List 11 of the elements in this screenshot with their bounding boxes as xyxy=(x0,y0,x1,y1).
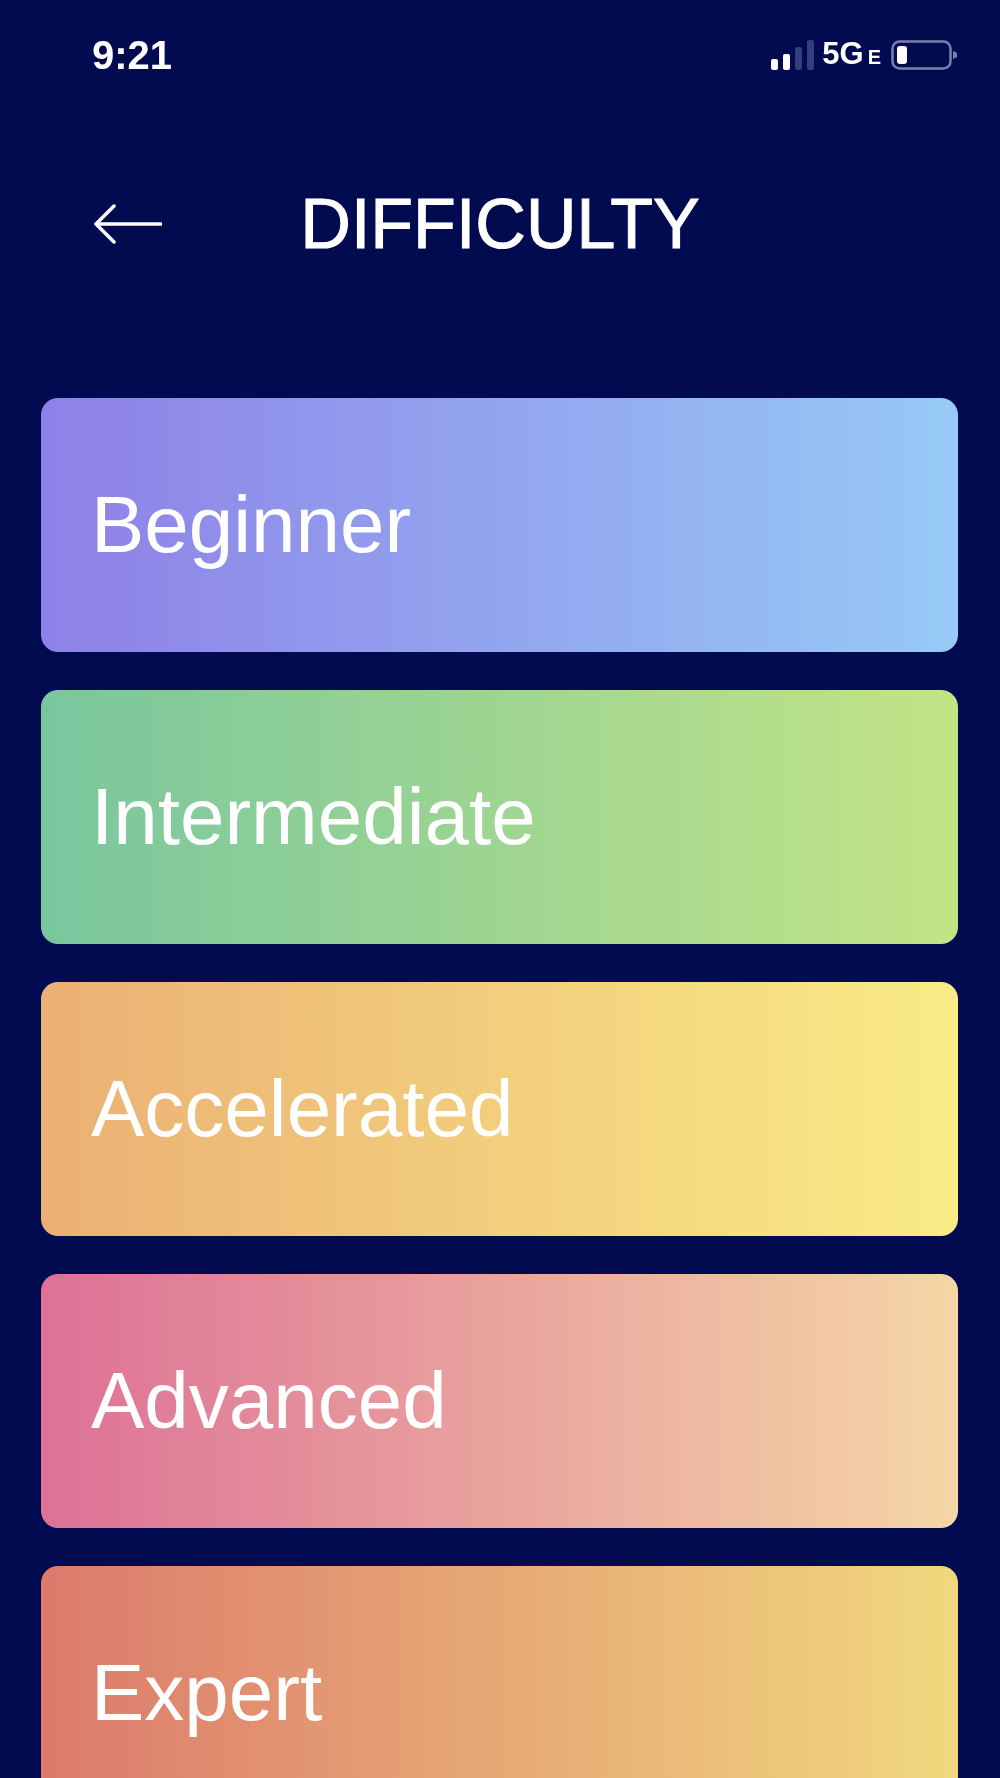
network-type-label: 5G E xyxy=(822,38,881,72)
screen-title: DIFFICULTY xyxy=(300,189,700,259)
signal-icon xyxy=(771,40,815,70)
difficulty-option[interactable]: Advanced xyxy=(41,1274,958,1528)
back-arrow-icon[interactable] xyxy=(94,204,162,244)
battery-icon xyxy=(891,40,957,70)
difficulty-option[interactable]: Beginner xyxy=(41,398,958,652)
difficulty-option[interactable]: Expert xyxy=(41,1566,958,1778)
difficulty-option[interactable]: Accelerated xyxy=(41,982,958,1236)
status-time: 9:21 xyxy=(92,40,173,70)
difficulty-option[interactable]: Intermediate xyxy=(41,690,958,944)
